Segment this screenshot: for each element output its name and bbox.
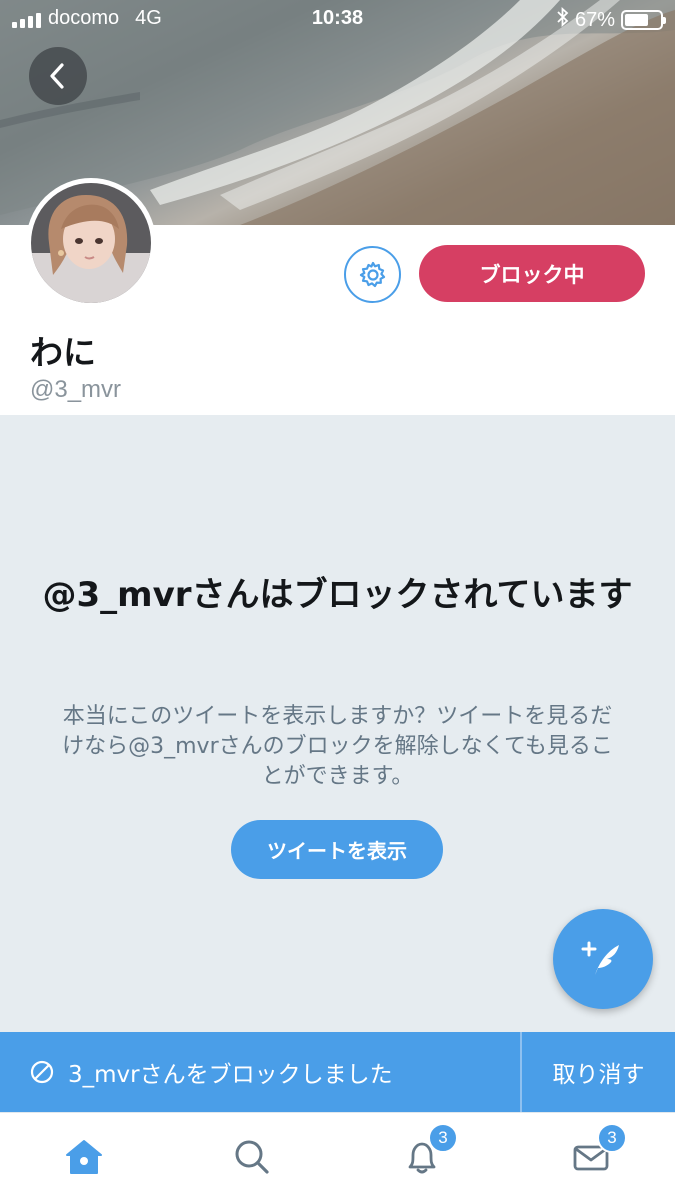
tab-home[interactable] [0,1113,168,1200]
gear-icon [359,261,385,287]
messages-badge: 3 [597,1123,627,1153]
undo-button[interactable]: 取り消す [522,1032,675,1112]
back-button[interactable] [29,47,87,105]
blocked-status-button[interactable]: ブロック中 [419,245,645,302]
user-handle: @3_mvr [30,376,122,403]
search-icon [235,1140,269,1174]
block-icon [30,1060,54,1084]
avatar[interactable] [26,178,156,308]
tab-search[interactable] [168,1113,336,1200]
notifications-badge: 3 [428,1123,458,1153]
home-icon [66,1140,102,1174]
snackbar-message: 3_mvrさんをブロックしました [68,1062,393,1088]
chevron-left-icon [50,63,64,89]
view-tweets-button[interactable]: ツイートを表示 [231,820,443,879]
blocked-title: @3_mvrさんはブロックされています [42,575,633,615]
block-snackbar: 3_mvrさんをブロックしました 取り消す [0,1032,675,1112]
tab-messages[interactable]: 3 [507,1113,675,1200]
blocked-description: 本当にこのツイートを表示しますか？ツイートを見るだけなら@3_mvrさんのブロッ… [62,704,613,789]
bottom-tab-bar: 3 3 [0,1112,675,1200]
compose-feather-icon [581,941,619,975]
status-bar: docomo 4G 10:38 67% [0,0,675,38]
battery-icon [621,10,666,30]
bluetooth-icon [557,6,569,33]
display-name: わに [30,333,96,372]
compose-tweet-button[interactable] [553,909,653,1009]
tab-notifications[interactable]: 3 [338,1113,506,1200]
battery-percent: 67% [574,8,615,31]
profile-settings-button[interactable] [344,246,401,303]
